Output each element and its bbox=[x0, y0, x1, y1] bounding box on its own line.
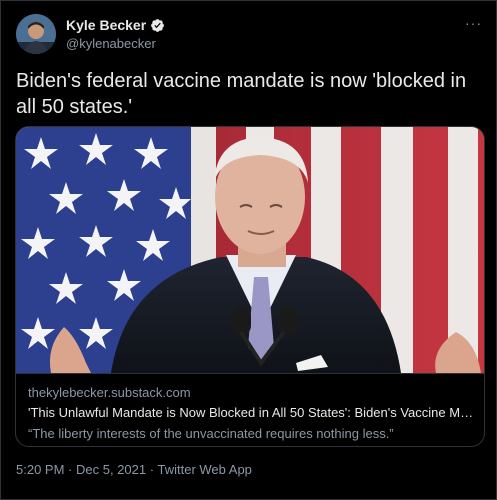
display-name[interactable]: Kyle Becker bbox=[66, 16, 146, 34]
link-card[interactable]: thekylebecker.substack.com 'This Unlawfu… bbox=[15, 126, 485, 447]
footer-separator: · bbox=[68, 462, 73, 477]
author-names: Kyle Becker @kylenabecker bbox=[66, 16, 165, 52]
tweet-source-link[interactable]: Twitter Web App bbox=[157, 462, 251, 477]
more-icon[interactable]: ··· bbox=[465, 16, 482, 30]
tweet-footer: 5:20 PM · Dec 5, 2021 · Twitter Web App bbox=[16, 461, 252, 478]
tweet-time-link[interactable]: 5:20 PM · Dec 5, 2021 bbox=[16, 462, 146, 477]
card-title: 'This Unlawful Mandate is Now Blocked in… bbox=[28, 405, 474, 420]
avatar-image bbox=[16, 14, 56, 54]
card-description: “The liberty interests of the unvaccinat… bbox=[28, 426, 394, 441]
avatar[interactable] bbox=[16, 14, 56, 54]
tweet-date: Dec 5, 2021 bbox=[76, 462, 147, 477]
verified-badge-icon bbox=[151, 18, 165, 32]
card-photo bbox=[16, 127, 484, 373]
footer-separator: · bbox=[149, 462, 155, 477]
author-handle[interactable]: @kylenabecker bbox=[66, 35, 165, 52]
card-image[interactable] bbox=[16, 127, 484, 373]
card-domain: thekylebecker.substack.com bbox=[28, 385, 191, 400]
tweet-text: Biden's federal vaccine mandate is now '… bbox=[16, 70, 467, 118]
card-meta: thekylebecker.substack.com 'This Unlawfu… bbox=[16, 373, 484, 446]
display-name-row: Kyle Becker bbox=[66, 16, 165, 34]
tweet-header: Kyle Becker @kylenabecker ··· bbox=[16, 14, 486, 58]
tweet-time: 5:20 PM bbox=[16, 462, 65, 477]
